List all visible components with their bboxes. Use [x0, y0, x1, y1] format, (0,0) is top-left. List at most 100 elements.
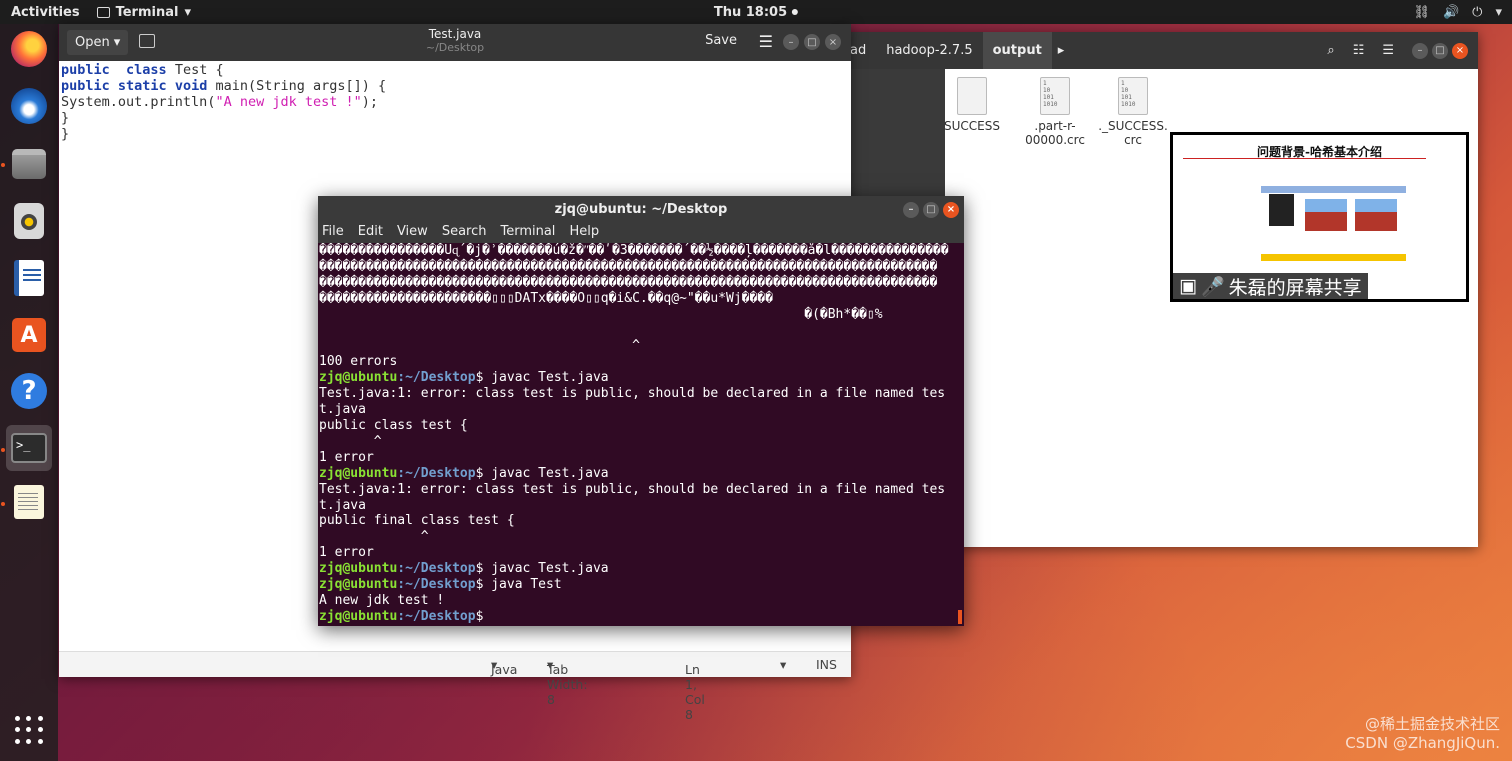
menu-terminal[interactable]: Terminal: [500, 224, 555, 243]
gedit-statusbar: Java ▾ Tab Width: 8 ▾ Ln 1, Col 8 ▾ INS: [59, 651, 851, 722]
system-tray[interactable]: ⛓ 🔊 ⏻ ▾: [1413, 5, 1502, 20]
open-button[interactable]: Open ▾: [67, 30, 129, 55]
prompt-end: $: [475, 465, 492, 481]
app-menu[interactable]: Terminal ▾: [96, 4, 191, 20]
prompt-end: $: [475, 577, 492, 593]
dock-rhythmbox[interactable]: [6, 198, 52, 244]
menu-view[interactable]: View: [397, 224, 428, 243]
dock-thunderbird[interactable]: [6, 83, 52, 129]
prompt-user: zjq@ubuntu: [319, 465, 398, 481]
slide-image: [1355, 199, 1397, 231]
command: javac Test.java: [491, 561, 609, 577]
terminal-line: Test.java:1: error: class test is public…: [319, 386, 946, 402]
chevron-right-icon[interactable]: ▸: [1052, 43, 1071, 58]
maximize-icon[interactable]: □: [804, 34, 820, 50]
terminal-prompt-line: zjq@ubuntu:~/Desktop$ javac Test.java: [319, 370, 963, 386]
top-bar: Activities Terminal ▾ Thu 18:05 ⛓ 🔊 ⏻ ▾: [0, 0, 1512, 24]
clock-label: Thu 18:05: [713, 4, 788, 20]
app-menu-label: Terminal: [115, 4, 179, 20]
new-tab-icon[interactable]: [139, 34, 155, 48]
terminal-icon: [96, 6, 110, 18]
minimize-icon[interactable]: –: [1412, 42, 1428, 59]
running-indicator: [1, 502, 5, 506]
document-path: ~/Desktop: [425, 41, 485, 54]
close-icon[interactable]: ×: [825, 34, 841, 50]
dock: A ? >_: [0, 24, 58, 761]
menu-search[interactable]: Search: [442, 224, 487, 243]
scrollbar-indicator[interactable]: [958, 610, 962, 624]
menu-icon[interactable]: ☰: [1382, 43, 1394, 58]
breadcrumb-hadoop[interactable]: hadoop-2.7.5: [876, 32, 982, 69]
terminal-line: ^: [319, 529, 429, 545]
menu-icon[interactable]: ☰: [759, 32, 773, 51]
maximize-icon[interactable]: □: [923, 202, 939, 218]
prompt-end: $: [475, 561, 492, 577]
dock-software[interactable]: A: [6, 312, 52, 358]
dock-help[interactable]: ?: [6, 368, 52, 414]
chevron-down-icon: ▾: [184, 4, 191, 20]
software-icon: A: [12, 318, 46, 352]
watermark-line2: CSDN @ZhangJiQun.: [1345, 734, 1500, 752]
close-icon[interactable]: ×: [1452, 42, 1468, 59]
share-caption: ▣ 🎤 朱磊的屏幕共享: [1173, 273, 1368, 299]
terminal-window: zjq@ubuntu: ~/Desktop – □ × File Edit Vi…: [318, 196, 964, 626]
minimize-icon[interactable]: –: [903, 202, 919, 218]
dock-text-editor[interactable]: [6, 479, 52, 525]
prompt-path: :~/Desktop: [397, 465, 476, 481]
open-button-label: Open: [75, 35, 110, 50]
network-icon: ⛓: [1413, 4, 1430, 20]
terminal-line: �(�Bh*��▯%: [319, 306, 883, 322]
code-editor[interactable]: public class Test { public static void m…: [59, 61, 851, 143]
cursor-position-label: Ln 1, Col 8: [685, 662, 705, 722]
screen-share-icon: ▣: [1179, 275, 1197, 297]
dock-files[interactable]: [6, 141, 52, 187]
file-label-line2: crc: [1124, 133, 1142, 147]
terminal-line: ����������������������������������������…: [319, 258, 938, 274]
terminal-line: public final class test {: [319, 513, 515, 529]
menu-help[interactable]: Help: [569, 224, 599, 243]
prompt-user: zjq@ubuntu: [319, 577, 398, 593]
show-applications-icon[interactable]: [15, 716, 43, 744]
save-button[interactable]: Save: [705, 33, 737, 48]
gedit-title: Test.java ~/Desktop: [426, 27, 484, 54]
dock-firefox[interactable]: [6, 26, 52, 72]
document-title: Test.java: [428, 27, 482, 41]
terminal-title: zjq@ubuntu: ~/Desktop: [554, 202, 728, 217]
file-success[interactable]: SUCCESS: [932, 77, 1012, 133]
clock[interactable]: Thu 18:05: [713, 4, 799, 20]
menu-edit[interactable]: Edit: [358, 224, 383, 243]
binary-file-icon: 1 10 101 1010: [1040, 77, 1070, 115]
dock-terminal[interactable]: >_: [6, 425, 52, 471]
screen-share-preview[interactable]: 问题背景-哈希基本介绍 ▣ 🎤 朱磊的屏幕共享: [1170, 132, 1469, 302]
terminal-icon: >_: [11, 433, 47, 463]
prompt-end: $: [475, 608, 492, 624]
close-icon[interactable]: ×: [943, 202, 959, 218]
search-icon[interactable]: ⌕: [1327, 43, 1334, 58]
chevron-down-icon[interactable]: ▾: [780, 657, 786, 672]
minimize-icon[interactable]: –: [783, 34, 799, 50]
terminal-line: ����������������������������������������…: [319, 274, 938, 290]
file-success-crc[interactable]: 1 10 101 1010 ._SUCCESS. crc: [1093, 77, 1173, 147]
insert-mode[interactable]: INS: [816, 657, 837, 672]
chevron-down-icon: ▾: [1495, 4, 1502, 20]
slide-bar: [1261, 254, 1406, 261]
maximize-icon[interactable]: □: [1432, 42, 1448, 59]
menu-file[interactable]: File: [322, 224, 344, 243]
rhythmbox-icon: [14, 203, 44, 239]
terminal-line: ����������������������▯▯▯DATx����O▯▯q�i&…: [319, 290, 773, 306]
prompt-user: zjq@ubuntu: [319, 561, 398, 577]
terminal-line: ����������������Uɋ´�j�ʾ�������ú�ž�ʺ��ʹ�3…: [319, 243, 949, 258]
slide-image: [1305, 199, 1347, 231]
chevron-down-icon: ▾: [113, 35, 121, 50]
tab-width-selector[interactable]: Tab Width: 8 ▾: [547, 657, 588, 707]
terminal-line: ^: [319, 338, 640, 354]
document-icon: [957, 77, 987, 115]
activities-button[interactable]: Activities: [0, 5, 91, 20]
language-selector[interactable]: Java ▾: [491, 657, 517, 677]
dock-writer[interactable]: [6, 255, 52, 301]
file-part-crc[interactable]: 1 10 101 1010 .part-r- 00000.crc: [1015, 77, 1095, 147]
breadcrumb-output[interactable]: output: [982, 32, 1052, 69]
terminal-output[interactable]: ����������������Uɋ´�j�ʾ�������ú�ž�ʺ��ʹ�3…: [318, 243, 964, 626]
view-options-icon[interactable]: ☷: [1353, 43, 1365, 58]
terminal-line: ^: [319, 433, 382, 449]
